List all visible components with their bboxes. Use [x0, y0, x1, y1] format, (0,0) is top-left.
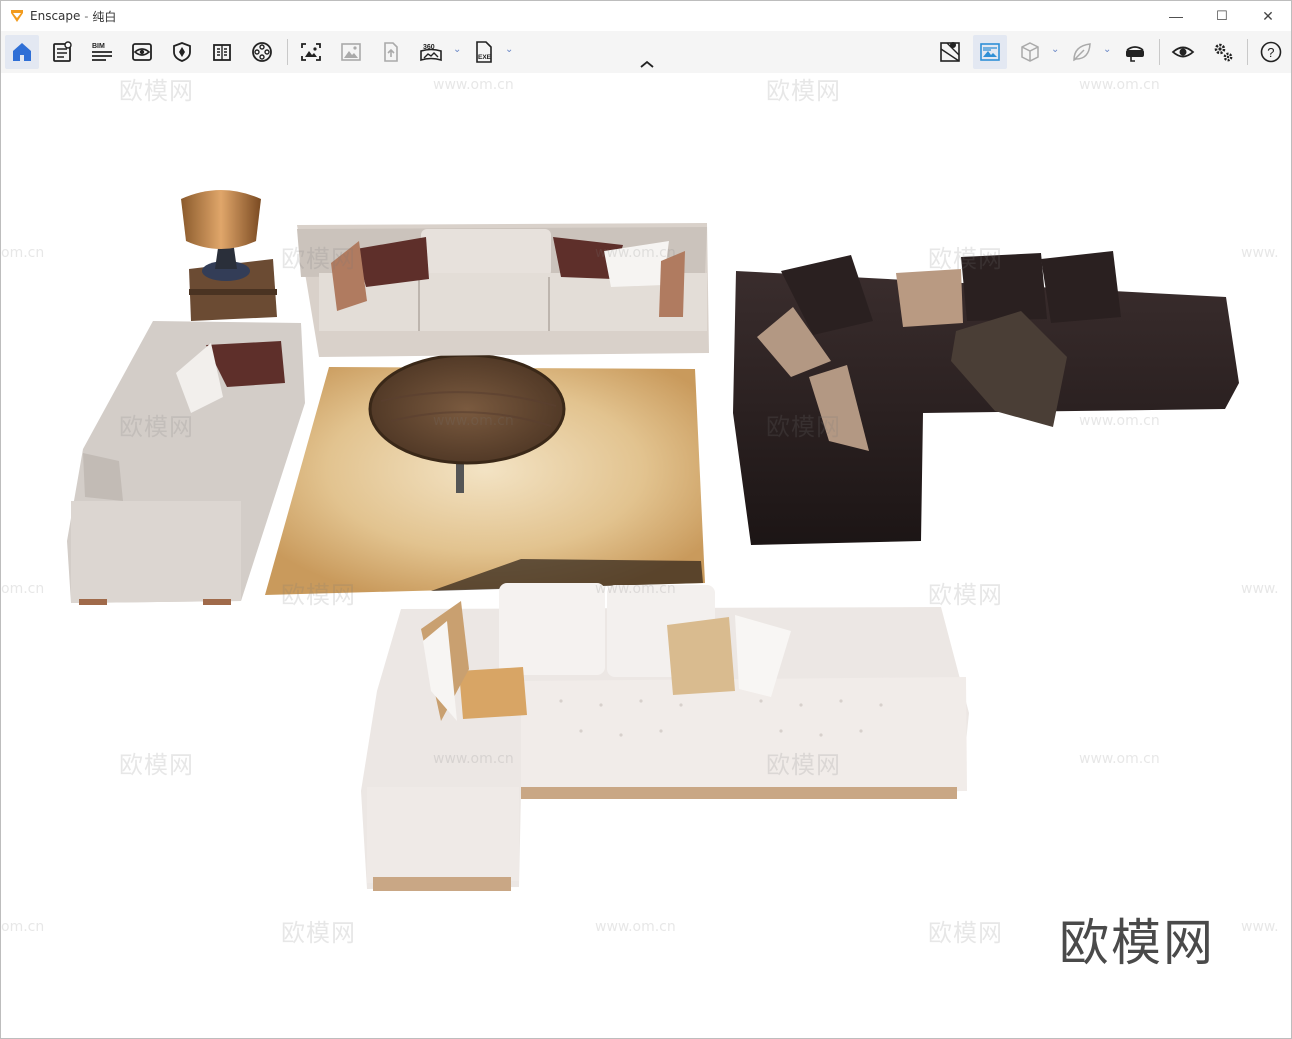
eye-icon [1171, 46, 1195, 58]
enscape-logo-icon [11, 10, 23, 22]
panorama-dropdown-chevron-icon[interactable]: ⌄ [453, 44, 463, 56]
exe-export-icon: EXE [476, 41, 492, 63]
watermark: 欧模网 [281, 245, 356, 273]
minimize-button[interactable]: — [1153, 1, 1199, 31]
brand-watermark: 欧模网 [1059, 914, 1215, 972]
materials-button[interactable] [165, 35, 199, 69]
title-bar: Enscape - 纯白 — ☐ ✕ [1, 1, 1291, 31]
bim-icon: BIM [92, 43, 112, 61]
title-separator: - [84, 9, 89, 23]
asset-library-button[interactable] [45, 35, 79, 69]
map-pin-icon [940, 42, 960, 62]
map-button[interactable] [933, 35, 967, 69]
home-icon [13, 43, 31, 61]
watermark-url: om.cn [1, 245, 45, 261]
screenshot-icon [301, 43, 321, 61]
app-name: Enscape [30, 9, 81, 23]
panorama-icon: 360 [420, 44, 442, 62]
watermark-url: www. [1241, 245, 1279, 261]
watermark-url: www. [1241, 919, 1279, 935]
home-button[interactable] [5, 35, 39, 69]
leaf-dropdown-chevron-icon[interactable]: ⌄ [1103, 44, 1113, 56]
watermark-url: www.om.cn [595, 581, 676, 597]
watermark-url: om.cn [1, 919, 45, 935]
vr-button[interactable] [1118, 35, 1152, 69]
bim-button[interactable]: BIM [85, 35, 119, 69]
app-window: Enscape - 纯白 — ☐ ✕ BIM 360 ⌄ EXE ⌄ ⌄ ⌄ ?… [0, 0, 1292, 1039]
watermark: 欧模网 [766, 751, 841, 779]
image-icon [341, 43, 361, 61]
watermark: 欧模网 [766, 77, 841, 105]
vr-headset-icon [1126, 46, 1144, 62]
watermark: 欧模网 [928, 245, 1003, 273]
maximize-button[interactable]: ☐ [1199, 1, 1245, 31]
watermark: 欧模网 [928, 919, 1003, 947]
toolbar-divider [287, 39, 288, 65]
toolbar-divider-right [1159, 39, 1160, 65]
watermark-url: om.cn [1, 581, 45, 597]
watermark-url: www.om.cn [433, 751, 514, 767]
shield-icon [173, 42, 191, 62]
views-icon [132, 43, 152, 61]
watermark: 欧模网 [928, 581, 1003, 609]
cube-button[interactable] [1013, 35, 1047, 69]
cube-icon [1021, 42, 1039, 62]
gears-icon [1214, 43, 1233, 62]
settings-button[interactable] [1206, 35, 1240, 69]
close-button[interactable]: ✕ [1245, 1, 1291, 31]
help-icon: ? [1260, 41, 1282, 63]
leaf-button[interactable] [1065, 35, 1099, 69]
visual-settings-button[interactable] [1166, 35, 1200, 69]
watermark: 欧模网 [281, 919, 356, 947]
watermark: 欧模网 [281, 581, 356, 609]
leaf-icon [1073, 43, 1091, 62]
asset-library-icon [53, 41, 72, 62]
cube-dropdown-chevron-icon[interactable]: ⌄ [1051, 44, 1061, 56]
table-lamp-shade [181, 190, 261, 249]
atmosphere-icon [980, 43, 1000, 61]
atmosphere-button[interactable] [973, 35, 1007, 69]
bim-label: BIM [92, 43, 105, 50]
watermark: 欧模网 [119, 77, 194, 105]
upload-file-icon [384, 42, 398, 62]
round-coffee-table [368, 353, 566, 465]
window-controls: — ☐ ✕ [1153, 1, 1291, 31]
watermark: 欧模网 [119, 413, 194, 441]
toolbar-divider-help [1247, 39, 1248, 65]
watermark-url: www.om.cn [595, 919, 676, 935]
watermark-url: www.om.cn [433, 413, 514, 429]
book-button[interactable] [205, 35, 239, 69]
screenshot-button[interactable] [294, 35, 328, 69]
views-button[interactable] [125, 35, 159, 69]
watermark: 欧模网 [766, 413, 841, 441]
film-reel-icon [252, 42, 272, 62]
collapse-toolbar-chevron-icon[interactable] [637, 57, 657, 71]
watermark-url: www. [1241, 581, 1279, 597]
watermark-url: www.om.cn [433, 77, 514, 93]
video-button[interactable] [245, 35, 279, 69]
watermark-url: www.om.cn [1079, 77, 1160, 93]
batch-render-button[interactable] [334, 35, 368, 69]
watermark-url: www.om.cn [1079, 751, 1160, 767]
sofa-scene-render [67, 190, 1239, 891]
book-icon [213, 44, 231, 61]
exe-label: EXE [478, 54, 492, 61]
render-viewport[interactable]: 欧模网 www.om.cn 欧模网 www.om.cn om.cn 欧模网 ww… [1, 73, 1291, 1038]
panorama-button[interactable]: 360 [414, 35, 448, 69]
watermark-url: www.om.cn [1079, 413, 1160, 429]
watermark-url: www.om.cn [595, 245, 676, 261]
watermark: 欧模网 [119, 751, 194, 779]
document-name: 纯白 [92, 9, 117, 24]
upload-button[interactable] [374, 35, 408, 69]
help-button[interactable]: ? [1254, 35, 1288, 69]
exe-export-button[interactable]: EXE [467, 35, 501, 69]
help-label: ? [1267, 45, 1274, 60]
exe-dropdown-chevron-icon[interactable]: ⌄ [505, 44, 515, 56]
